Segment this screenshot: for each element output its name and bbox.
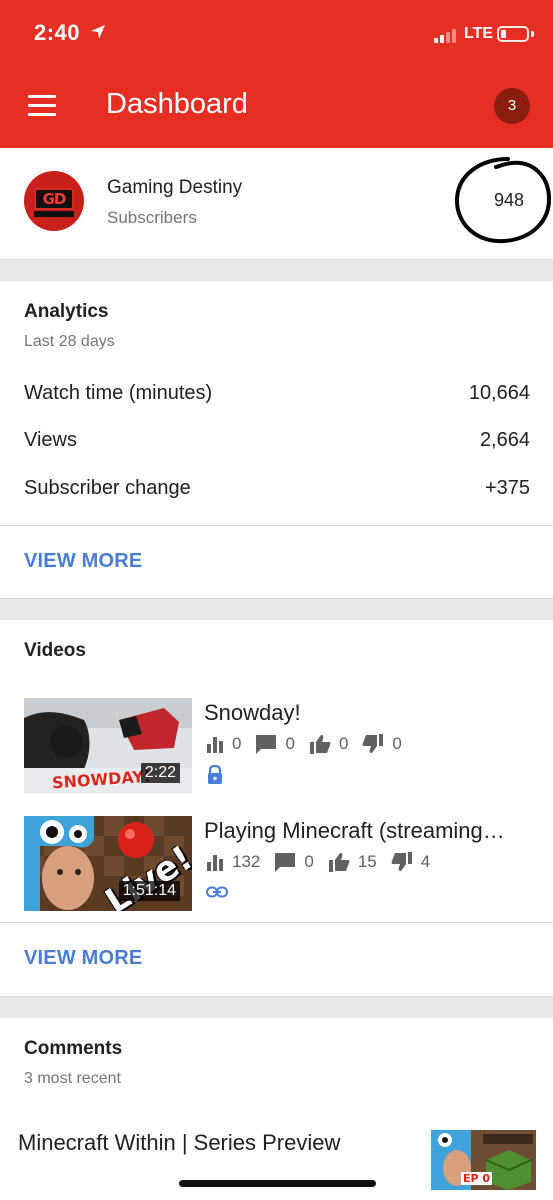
lock-icon — [208, 765, 222, 784]
thumbnail-caption: EP 0 — [461, 1172, 493, 1185]
signal-icon — [434, 27, 456, 43]
thumbs-down-icon — [391, 852, 412, 871]
battery-icon — [497, 26, 529, 42]
stat-row-views[interactable]: Views 2,664 — [24, 429, 530, 459]
analytics-period: Last 28 days — [24, 333, 115, 350]
link-icon — [206, 886, 228, 898]
subscribers-label: Subscribers — [107, 208, 197, 227]
video-title[interactable]: Playing Minecraft (streaming… — [204, 818, 524, 844]
network-type: LTE — [464, 25, 494, 42]
stat-row-watch-time[interactable]: Watch time (minutes) 10,664 — [24, 382, 530, 412]
analytics-title: Analytics — [24, 301, 109, 322]
videos-view-more-button[interactable]: VIEW MORE — [24, 947, 142, 970]
divider — [0, 598, 553, 599]
comments-card: Comments 3 most recent Minecraft Within … — [0, 1018, 553, 1200]
comments-count: 0 — [304, 852, 314, 871]
dislikes-count: 0 — [392, 734, 402, 753]
video-thumbnail[interactable]: Live! 1:51:14 — [24, 816, 192, 911]
avatar-logo-text: GD — [34, 188, 74, 210]
notification-badge[interactable]: 3 — [494, 88, 530, 124]
stat-value: 2,664 — [479, 429, 530, 451]
status-time: 2:40 — [34, 20, 81, 45]
channel-name: Gaming Destiny — [107, 177, 243, 198]
channel-card[interactable]: GD Gaming Destiny Subscribers 948 — [0, 148, 553, 259]
stat-value: 10,664 — [468, 382, 530, 404]
likes-count: 15 — [357, 852, 377, 871]
views-count: 0 — [232, 734, 242, 753]
videos-card: Videos SNOWDAY! 2:22 Snowday! 0 0 0 0 Li… — [0, 620, 553, 996]
comment-video-thumbnail[interactable]: EP 0 — [431, 1130, 536, 1190]
comments-count: 0 — [285, 734, 295, 753]
bar-chart-icon — [207, 855, 223, 871]
home-indicator[interactable] — [179, 1180, 376, 1187]
views-count: 132 — [232, 852, 261, 871]
battery-tip — [531, 31, 534, 37]
video-title[interactable]: Snowday! — [204, 700, 524, 726]
menu-icon[interactable] — [28, 95, 56, 117]
divider — [0, 259, 553, 260]
stat-label: Subscriber change — [24, 477, 191, 499]
avatar-logo-strip — [34, 211, 74, 217]
dislikes-count: 4 — [420, 852, 431, 871]
thumbs-up-icon — [328, 853, 350, 872]
video-thumbnail[interactable]: SNOWDAY! 2:22 — [24, 698, 192, 793]
likes-count: 0 — [338, 734, 349, 753]
video-stats: 132 0 15 4 — [206, 852, 444, 872]
comment-video-title[interactable]: Minecraft Within | Series Preview — [18, 1130, 340, 1156]
thumbs-down-icon — [362, 734, 384, 753]
videos-title: Videos — [24, 640, 86, 661]
comment-icon — [275, 853, 296, 872]
video-duration: 2:22 — [140, 763, 180, 783]
channel-avatar: GD — [24, 171, 84, 231]
comment-icon — [256, 735, 277, 754]
subscriber-count: 948 — [494, 190, 525, 210]
stat-label: Watch time (minutes) — [24, 382, 213, 404]
analytics-view-more-button[interactable]: VIEW MORE — [24, 550, 142, 573]
thumbs-up-icon — [309, 735, 331, 754]
status-bar: 2:40 LTE — [0, 0, 553, 66]
location-arrow-icon — [91, 25, 105, 39]
page-title: Dashboard — [106, 88, 248, 120]
analytics-card: Analytics Last 28 days Watch time (minut… — [0, 281, 553, 598]
video-duration: 1:51:14 — [118, 881, 180, 901]
bar-chart-icon — [207, 737, 223, 753]
stat-value: +375 — [484, 477, 530, 499]
divider — [0, 525, 553, 526]
stat-row-subscriber-change[interactable]: Subscriber change +375 — [24, 477, 530, 507]
app-bar: Dashboard 3 — [0, 66, 553, 148]
divider — [0, 922, 553, 923]
comments-title: Comments — [24, 1038, 123, 1059]
divider — [0, 996, 553, 997]
video-stats: 0 0 0 0 — [206, 734, 416, 754]
stat-label: Views — [24, 429, 77, 451]
comments-subtitle: 3 most recent — [24, 1070, 121, 1087]
